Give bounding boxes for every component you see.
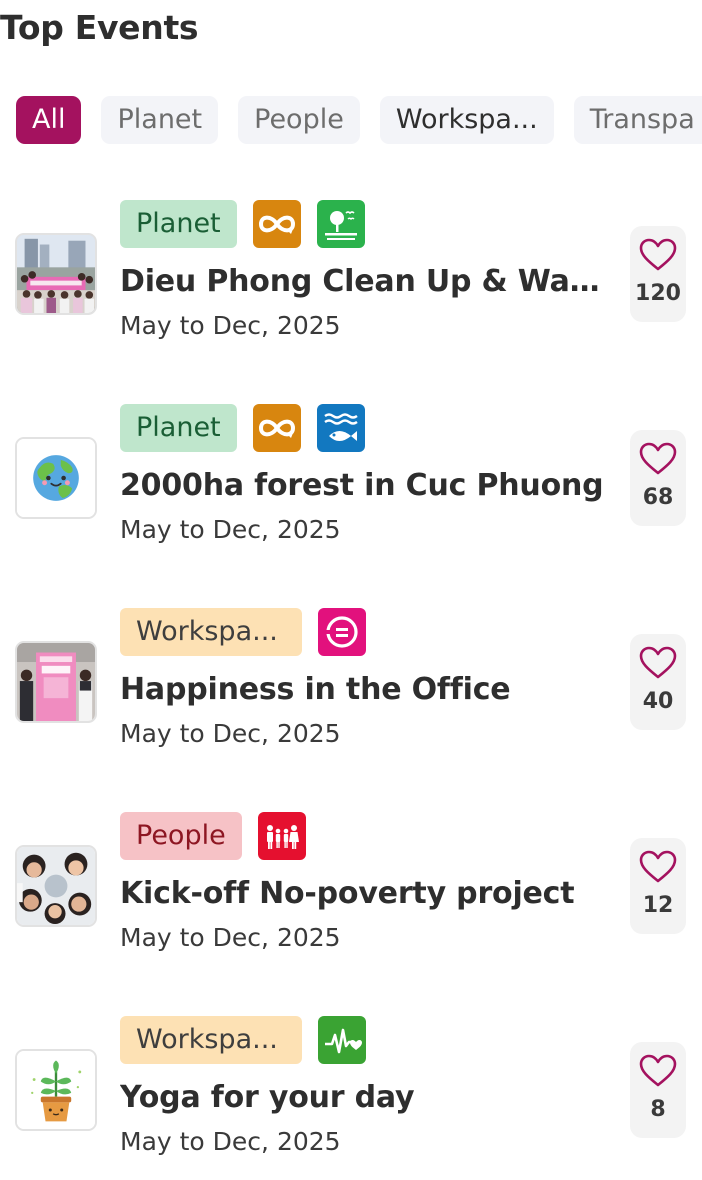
event-item[interactable]: Planet 2000ha forest in Cuc Phuong May t… xyxy=(0,404,702,574)
event-thumbnail xyxy=(15,233,97,315)
filter-chip-planet[interactable]: Planet xyxy=(101,96,219,144)
event-date: May to Dec, 2025 xyxy=(120,515,341,544)
potted-plant-icon xyxy=(17,1051,95,1129)
office-banner-photo xyxy=(17,643,95,721)
like-button[interactable]: 120 xyxy=(630,226,686,322)
sdg-15-life-on-land-icon xyxy=(316,200,365,248)
like-button[interactable]: 40 xyxy=(630,634,686,730)
event-title: 2000ha forest in Cuc Phuong xyxy=(120,468,604,503)
like-count: 68 xyxy=(642,485,674,510)
event-item[interactable]: Workspa... Yoga for your day May to Dec,… xyxy=(0,1016,702,1180)
sdg-10-reduced-inequalities-icon xyxy=(318,608,366,656)
category-tag: Workspa... xyxy=(120,608,302,656)
category-tag: People xyxy=(120,812,242,860)
filter-chip-workspace[interactable]: Workspa... xyxy=(379,96,554,144)
like-count: 40 xyxy=(642,689,674,714)
sdg-3-good-health-icon xyxy=(318,1016,366,1064)
event-title: Dieu Phong Clean Up & Wastin... xyxy=(120,264,605,299)
sdg-12-responsible-consumption-icon xyxy=(252,200,301,248)
event-date: May to Dec, 2025 xyxy=(120,923,341,952)
smiling-earth-icon xyxy=(17,439,95,517)
event-title: Happiness in the Office xyxy=(120,672,511,707)
like-count: 12 xyxy=(642,893,674,918)
event-thumbnail xyxy=(15,437,97,519)
heart-icon xyxy=(639,646,677,679)
event-thumbnail xyxy=(15,641,97,723)
heart-icon xyxy=(639,238,677,271)
page-title: Top Events xyxy=(0,8,199,47)
event-title: Yoga for your day xyxy=(120,1080,415,1115)
event-date: May to Dec, 2025 xyxy=(120,1127,341,1156)
category-tag: Planet xyxy=(120,404,237,452)
like-count: 120 xyxy=(635,281,681,306)
category-tag: Planet xyxy=(120,200,237,248)
filter-chip-transparency[interactable]: Transpa xyxy=(573,96,702,144)
filter-chip-all[interactable]: All xyxy=(16,96,82,144)
event-date: May to Dec, 2025 xyxy=(120,719,341,748)
filter-bar: All Planet People Workspa... Transpa xyxy=(16,96,702,144)
event-thumbnail xyxy=(15,845,97,927)
heart-icon xyxy=(639,1054,677,1087)
event-thumbnail xyxy=(15,1049,97,1131)
sdg-12-responsible-consumption-icon xyxy=(252,404,301,452)
event-title: Kick-off No-poverty project xyxy=(120,876,575,911)
children-circle-photo xyxy=(17,847,95,925)
like-button[interactable]: 68 xyxy=(630,430,686,526)
event-date: May to Dec, 2025 xyxy=(120,311,341,340)
heart-icon xyxy=(639,442,677,475)
heart-icon xyxy=(639,850,677,883)
event-item[interactable]: Planet Dieu Phong Clean Up & Wastin... M… xyxy=(0,200,702,370)
filter-chip-people[interactable]: People xyxy=(238,96,360,144)
sdg-1-no-poverty-icon xyxy=(257,812,306,860)
category-tag: Workspa... xyxy=(120,1016,302,1064)
like-button[interactable]: 12 xyxy=(630,838,686,934)
sdg-14-life-below-water-icon xyxy=(316,404,365,452)
like-button[interactable]: 8 xyxy=(630,1042,686,1138)
event-item[interactable]: People Kick-off No-poverty project May t… xyxy=(0,812,702,982)
group-photo-image xyxy=(17,235,95,313)
like-count: 8 xyxy=(650,1097,666,1122)
event-item[interactable]: Workspa... Happiness in the Office May t… xyxy=(0,608,702,778)
